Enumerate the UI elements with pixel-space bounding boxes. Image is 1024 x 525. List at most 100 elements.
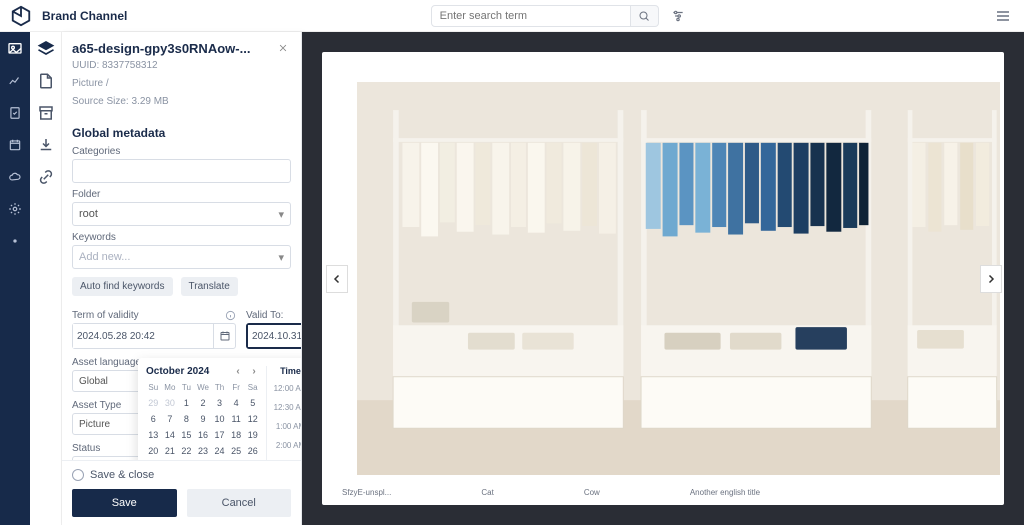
document-icon[interactable]	[35, 70, 57, 92]
dp-day[interactable]: 22	[179, 444, 194, 458]
dp-day[interactable]: 7	[163, 412, 178, 426]
dp-day[interactable]: 17	[212, 428, 227, 442]
left-nav	[0, 32, 30, 525]
panel-size: Source Size: 3.29 MB	[72, 94, 291, 110]
dp-day[interactable]: 12	[245, 412, 260, 426]
next-month-icon[interactable]: ›	[248, 366, 260, 377]
datepicker-month: October 2024	[146, 366, 209, 377]
layers-icon[interactable]	[35, 38, 57, 60]
dp-dow: Fr	[229, 381, 244, 394]
dp-day[interactable]: 14	[163, 428, 178, 442]
asset-preview-image	[357, 82, 1000, 475]
dp-day[interactable]: 18	[229, 428, 244, 442]
calendar-icon[interactable]	[213, 324, 235, 348]
nav-dot-icon[interactable]	[6, 232, 24, 250]
dp-day[interactable]: 1	[179, 396, 194, 410]
dp-day[interactable]: 23	[196, 444, 211, 458]
metadata-panel: a65-design-gpy3s0RNAow-... UUID: 8337758…	[62, 32, 302, 525]
dp-day[interactable]: 3	[212, 396, 227, 410]
thumbnail-bar: SfzyE-unspl... Cat Cow Another english t…	[322, 479, 1004, 505]
time-header: Time	[271, 366, 301, 376]
nav-settings-icon[interactable]	[6, 200, 24, 218]
dp-time-option[interactable]: 12:30 AM	[271, 403, 301, 412]
dp-time-option[interactable]: 12:00 AM	[271, 384, 301, 393]
dp-day[interactable]: 9	[196, 412, 211, 426]
dp-day[interactable]: 26	[245, 444, 260, 458]
term-date-input[interactable]	[73, 324, 213, 348]
prev-asset-button[interactable]	[326, 265, 348, 293]
dp-dow: Tu	[179, 381, 194, 394]
filter-button[interactable]	[667, 5, 689, 27]
auto-find-keywords-button[interactable]: Auto find keywords	[72, 277, 173, 296]
dp-day[interactable]: 4	[229, 396, 244, 410]
prev-month-icon[interactable]: ‹	[232, 366, 244, 377]
dp-day[interactable]: 29	[146, 396, 161, 410]
hamburger-menu[interactable]	[992, 5, 1014, 27]
archive-icon[interactable]	[35, 102, 57, 124]
close-icon[interactable]	[275, 40, 291, 56]
dp-dow: Su	[146, 381, 161, 394]
dp-day[interactable]: 8	[179, 412, 194, 426]
thumb-item[interactable]: Another english title	[690, 488, 760, 497]
dp-day[interactable]: 16	[196, 428, 211, 442]
nav-image-icon[interactable]	[6, 40, 24, 58]
search-button[interactable]	[631, 5, 659, 27]
thumb-item[interactable]: SfzyE-unspl...	[342, 488, 391, 497]
folder-value: root	[79, 208, 98, 220]
dp-dow: Mo	[163, 381, 178, 394]
preview-area: SfzyE-unspl... Cat Cow Another english t…	[302, 32, 1024, 525]
valid-to-date-input[interactable]	[248, 325, 301, 347]
search-input[interactable]	[431, 5, 631, 27]
dp-day[interactable]: 21	[163, 444, 178, 458]
save-and-close-radio[interactable]	[72, 469, 84, 481]
dp-day[interactable]: 11	[229, 412, 244, 426]
dp-day[interactable]: 19	[245, 428, 260, 442]
dp-dow: We	[196, 381, 211, 394]
nav-calendar-icon[interactable]	[6, 136, 24, 154]
brand-logo	[10, 5, 32, 27]
dp-time-option[interactable]: 2:00 AM	[271, 441, 301, 450]
dp-day[interactable]: 13	[146, 428, 161, 442]
download-icon[interactable]	[35, 134, 57, 156]
thumb-item[interactable]: Cow	[584, 488, 600, 497]
dp-day[interactable]: 30	[163, 396, 178, 410]
chevron-down-icon: ▾	[278, 208, 284, 221]
dp-day[interactable]: 6	[146, 412, 161, 426]
term-label: Term of validity	[72, 310, 236, 321]
folder-select[interactable]: root ▾	[72, 202, 291, 226]
dp-day[interactable]: 24	[212, 444, 227, 458]
dp-day[interactable]: 20	[146, 444, 161, 458]
keywords-label: Keywords	[72, 232, 291, 243]
dp-day[interactable]: 5	[245, 396, 260, 410]
dp-day[interactable]: 25	[229, 444, 244, 458]
datepicker-popup: October 2024 ‹ › SuMoTuWeThFrSa293012345…	[138, 358, 301, 460]
valid-to-label: Valid To:	[246, 310, 301, 321]
dp-dow: Th	[212, 381, 227, 394]
app-header: Brand Channel	[0, 0, 1024, 32]
thumb-item[interactable]: Cat	[481, 488, 493, 497]
keywords-placeholder: Add new...	[79, 251, 130, 263]
panel-type: Picture /	[72, 76, 291, 92]
translate-button[interactable]: Translate	[181, 277, 238, 296]
link-icon[interactable]	[35, 166, 57, 188]
panel-uuid: UUID: 8337758312	[72, 58, 291, 74]
info-icon	[225, 310, 236, 321]
dp-day[interactable]: 2	[196, 396, 211, 410]
next-asset-button[interactable]	[980, 265, 1002, 293]
save-and-close-label: Save & close	[90, 469, 154, 481]
dp-day[interactable]: 15	[179, 428, 194, 442]
save-button[interactable]: Save	[72, 489, 177, 517]
cancel-button[interactable]: Cancel	[187, 489, 292, 517]
folder-label: Folder	[72, 189, 291, 200]
nav-approve-icon[interactable]	[6, 104, 24, 122]
nav-analytics-icon[interactable]	[6, 72, 24, 90]
dp-time-option[interactable]: 1:00 AM	[271, 422, 301, 431]
dp-dow: Sa	[245, 381, 260, 394]
categories-label: Categories	[72, 146, 291, 157]
preview-frame: SfzyE-unspl... Cat Cow Another english t…	[322, 52, 1004, 505]
keywords-select[interactable]: Add new... ▾	[72, 245, 291, 269]
nav-cloud-icon[interactable]	[6, 168, 24, 186]
categories-input[interactable]	[72, 159, 291, 183]
panel-title: a65-design-gpy3s0RNAow-...	[72, 41, 275, 56]
dp-day[interactable]: 10	[212, 412, 227, 426]
